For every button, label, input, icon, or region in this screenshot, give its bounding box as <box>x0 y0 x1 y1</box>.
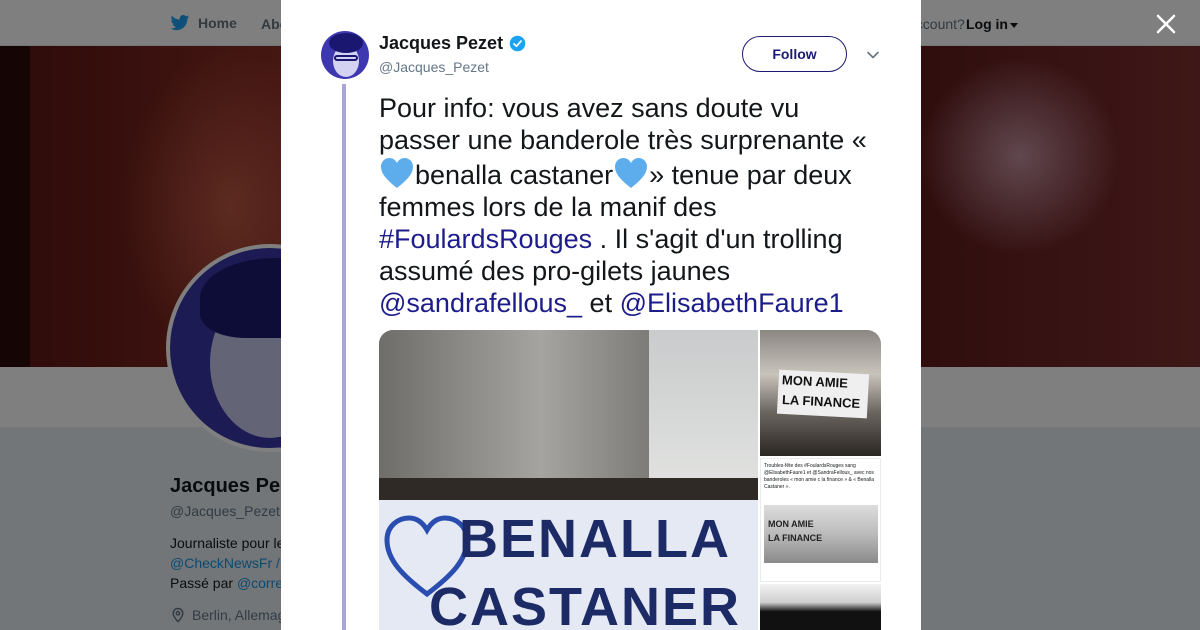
tweet-text: Pour info: vous avez sans doute vu passe… <box>379 92 884 319</box>
mention-link[interactable]: @sandrafellous_ <box>379 288 582 318</box>
tweet-photo-thumb[interactable]: Troubles-fête des #FoulardsRouges sang @… <box>760 458 881 582</box>
photo-banner-text: BENALLA <box>459 509 731 569</box>
close-icon[interactable] <box>1152 10 1180 38</box>
tweet-text-part: et <box>589 288 613 318</box>
mention-link[interactable]: @ElisabethFaure1 <box>620 288 844 318</box>
blue-heart-icon <box>381 158 413 188</box>
hashtag-link[interactable]: #FoulardsRouges <box>379 224 592 254</box>
verified-badge-icon <box>509 35 526 52</box>
avatar-hair <box>329 33 363 53</box>
avatar-glasses <box>334 55 358 61</box>
embedded-photo-text: MON AMIE <box>768 519 814 529</box>
embedded-tweet-photo: MON AMIE LA FINANCE <box>764 505 878 563</box>
chevron-down-icon[interactable] <box>865 47 881 63</box>
tweet-text-part: Pour info: vous avez sans doute vu passe… <box>379 93 867 155</box>
follow-button[interactable]: Follow <box>742 36 847 72</box>
photo-building <box>379 330 649 495</box>
author-name-text: Jacques Pezet <box>379 33 504 53</box>
tweet-media-grid: BENALLA CASTANER MON AMIE LA FINANCE Tro… <box>379 330 881 630</box>
photo-banner-text: CASTANER <box>429 577 741 630</box>
tweet-photo-thumb[interactable] <box>760 584 881 630</box>
tweet-author-name[interactable]: Jacques Pezet <box>379 33 526 54</box>
tweet-text-part: benalla castaner <box>415 160 614 190</box>
blue-heart-icon <box>615 158 648 188</box>
tweet-author-avatar[interactable] <box>321 31 369 79</box>
tweet-modal: Jacques Pezet @Jacques_Pezet Follow Pour… <box>281 0 921 630</box>
tweet-author-handle[interactable]: @Jacques_Pezet <box>379 59 489 75</box>
thread-line <box>342 84 346 630</box>
tweet-photo-main[interactable]: BENALLA CASTANER <box>379 330 758 630</box>
tweet-photo-thumb[interactable]: MON AMIE LA FINANCE <box>760 330 881 456</box>
embedded-photo-text: LA FINANCE <box>768 533 823 543</box>
embedded-tweet-text: Troubles-fête des #FoulardsRouges sang @… <box>764 463 875 490</box>
photo-sky <box>649 330 758 495</box>
